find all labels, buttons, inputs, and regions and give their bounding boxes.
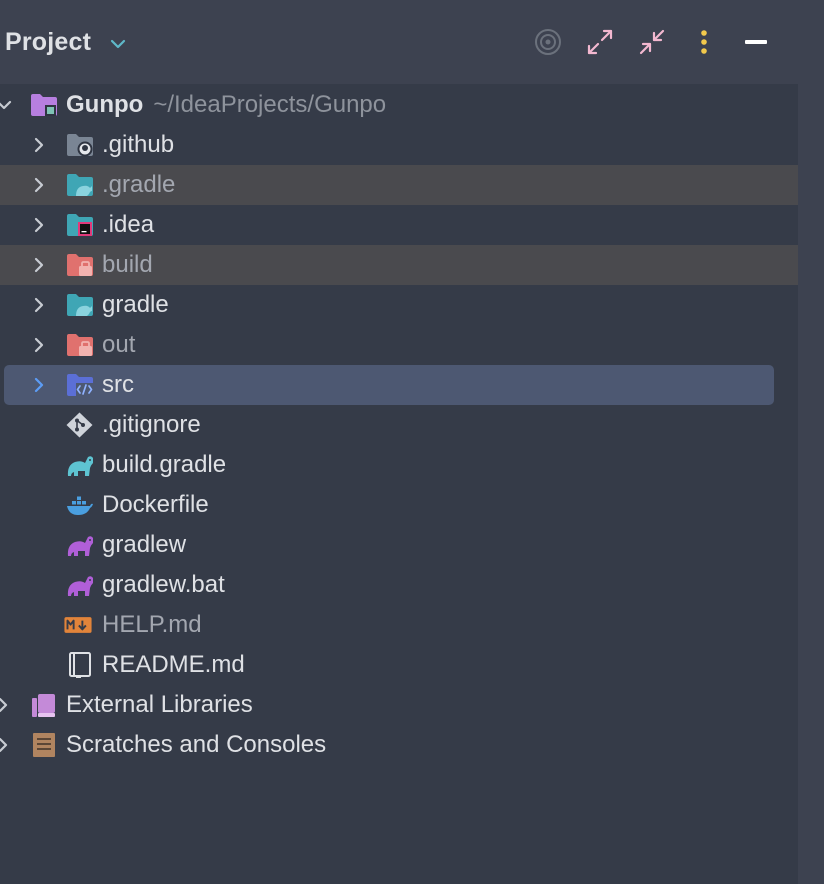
tree-item-dot-gradle[interactable]: .gradle (0, 165, 798, 205)
github-folder-icon (67, 134, 93, 157)
item-label: src (102, 371, 134, 398)
item-label: .github (102, 131, 175, 158)
chevron-down-icon[interactable] (0, 95, 14, 115)
readme-icon (69, 652, 91, 678)
tree-item-scratches[interactable]: Scratches and Consoles (0, 725, 798, 765)
tool-window-edge (798, 0, 824, 884)
item-label: .gradle (102, 171, 176, 198)
item-label: gradlew.bat (102, 571, 225, 598)
tool-window-title[interactable]: Project (5, 28, 91, 57)
tree-item-external-libraries[interactable]: External Libraries (0, 685, 798, 725)
tree-item-idea[interactable]: .idea (0, 205, 798, 245)
item-label: External Libraries (66, 691, 253, 718)
item-label: build (102, 251, 153, 278)
item-label: gradle (102, 291, 169, 318)
item-label: .idea (102, 211, 155, 238)
chevron-right-icon[interactable] (0, 695, 13, 715)
docker-icon (67, 496, 93, 515)
idea-folder-icon (67, 214, 93, 236)
chevron-down-icon[interactable] (108, 34, 128, 54)
tree-item-src[interactable]: src (0, 365, 798, 405)
tree-item-readme-md[interactable]: README.md (0, 645, 798, 685)
minimize-icon[interactable] (740, 26, 772, 58)
tool-window-header: Project (0, 0, 798, 84)
root-name: Gunpo (66, 91, 144, 118)
module-folder-icon (31, 94, 57, 116)
excluded-folder-icon (67, 254, 93, 276)
excluded-folder-icon (67, 334, 93, 356)
expand-all-icon[interactable] (584, 26, 616, 58)
tree-item-dockerfile[interactable]: Dockerfile (0, 485, 798, 525)
chevron-right-icon[interactable] (29, 215, 49, 235)
item-label: HELP.md (102, 611, 202, 638)
project-tool-window: Project Gunpo ~/IdeaProjects/Gunpo .gith… (0, 0, 798, 884)
chevron-right-icon[interactable] (29, 255, 49, 275)
chevron-right-icon[interactable] (29, 175, 49, 195)
markdown-icon (64, 617, 92, 633)
item-label: README.md (102, 651, 245, 678)
chevron-right-icon[interactable] (29, 295, 49, 315)
gradle-file-icon (67, 456, 93, 476)
item-label: build.gradle (102, 451, 227, 478)
item-label: .gitignore (102, 411, 201, 438)
item-label: Scratches and Consoles (66, 731, 327, 758)
more-options-icon[interactable] (688, 26, 720, 58)
gradle-folder-icon (67, 294, 93, 316)
tree-item-help-md[interactable]: HELP.md (0, 605, 798, 645)
git-file-icon (66, 412, 93, 438)
item-label: Dockerfile (102, 491, 209, 518)
locate-icon[interactable] (532, 26, 564, 58)
tree-root-row[interactable]: Gunpo ~/IdeaProjects/Gunpo (0, 85, 798, 125)
chevron-right-icon[interactable] (29, 135, 49, 155)
chevron-right-icon[interactable] (29, 375, 49, 395)
scratches-icon (33, 733, 55, 757)
tree-item-build-gradle[interactable]: build.gradle (0, 445, 798, 485)
tree-item-gitignore[interactable]: .gitignore (0, 405, 798, 445)
gradle-folder-icon (67, 174, 93, 196)
source-folder-icon (67, 374, 93, 396)
gradle-script-icon (67, 576, 93, 596)
gradle-script-icon (67, 536, 93, 556)
item-label: gradlew (102, 531, 187, 558)
tree-item-gradle[interactable]: gradle (0, 285, 798, 325)
libraries-icon (32, 694, 55, 717)
tree-item-out[interactable]: out (0, 325, 798, 365)
tree-item-build[interactable]: build (0, 245, 798, 285)
tree-item-gradlew[interactable]: gradlew (0, 525, 798, 565)
tree-item-github[interactable]: .github (0, 125, 798, 165)
collapse-all-icon[interactable] (636, 26, 668, 58)
chevron-right-icon[interactable] (29, 335, 49, 355)
tree-item-gradlew-bat[interactable]: gradlew.bat (0, 565, 798, 605)
item-label: out (102, 331, 136, 358)
root-path: ~/IdeaProjects/Gunpo (153, 91, 387, 118)
chevron-right-icon[interactable] (0, 735, 13, 755)
